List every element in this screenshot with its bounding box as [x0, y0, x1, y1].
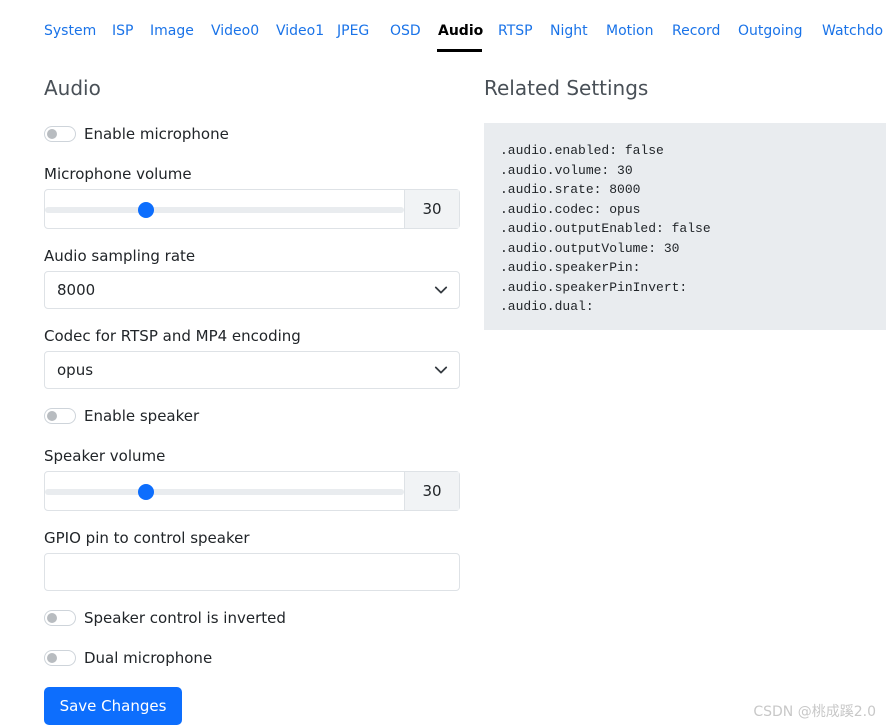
- tab-outgoing[interactable]: Outgoing: [738, 23, 802, 39]
- microphone-volume-value: 30: [404, 190, 459, 228]
- enable-speaker-label: Enable speaker: [84, 407, 200, 425]
- watermark: CSDN @桃成蹊2.0: [753, 704, 876, 720]
- enable-speaker-switch[interactable]: [44, 408, 76, 424]
- dual-microphone-row: Dual microphone: [44, 647, 212, 669]
- speaker-volume-control: 30: [44, 471, 460, 511]
- tab-video1[interactable]: Video1: [276, 23, 324, 39]
- config-line: .audio.outputVolume: 30: [500, 240, 680, 256]
- tab-osd[interactable]: OSD: [390, 23, 421, 39]
- sampling-rate-select[interactable]: 8000: [44, 271, 460, 309]
- switch-knob: [47, 613, 57, 623]
- tab-image[interactable]: Image: [150, 23, 194, 39]
- enable-microphone-label: Enable microphone: [84, 125, 229, 143]
- config-line: .audio.dual:: [500, 299, 594, 314]
- gpio-pin-input[interactable]: [44, 553, 460, 591]
- config-line: .audio.speakerPin:: [500, 260, 641, 275]
- config-line: .audio.speakerPinInvert:: [500, 279, 688, 295]
- save-changes-button[interactable]: Save Changes: [44, 687, 182, 725]
- enable-microphone-row: Enable microphone: [44, 123, 229, 145]
- codec-select[interactable]: opus: [44, 351, 460, 389]
- switch-knob: [47, 129, 57, 139]
- microphone-volume-label: Microphone volume: [44, 165, 192, 183]
- tab-record[interactable]: Record: [672, 23, 720, 39]
- tab-rtsp[interactable]: RTSP: [498, 23, 533, 39]
- tab-isp[interactable]: ISP: [112, 23, 133, 39]
- tab-audio[interactable]: Audio: [438, 23, 483, 39]
- microphone-volume-slider[interactable]: [45, 190, 404, 228]
- tab-system[interactable]: System: [44, 23, 96, 39]
- chevron-down-icon: [423, 272, 459, 308]
- slider-thumb[interactable]: [137, 202, 154, 218]
- sampling-rate-label: Audio sampling rate: [44, 247, 196, 265]
- dual-microphone-label: Dual microphone: [84, 649, 213, 667]
- config-line: .audio.enabled: false: [500, 143, 664, 158]
- switch-knob: [47, 653, 57, 663]
- config-line: .audio.srate: 8000: [500, 182, 641, 197]
- tab-motion[interactable]: Motion: [606, 23, 653, 39]
- slider-track: [45, 207, 404, 213]
- related-settings-title: Related Settings: [484, 76, 649, 100]
- config-line: .audio.volume: 30: [500, 162, 633, 178]
- speaker-volume-value: 30: [404, 472, 459, 510]
- speaker-inverted-label: Speaker control is inverted: [84, 609, 286, 627]
- microphone-volume-control: 30: [44, 189, 460, 229]
- tab-video0[interactable]: Video0: [211, 23, 259, 39]
- speaker-volume-label: Speaker volume: [44, 447, 166, 465]
- tab-night[interactable]: Night: [550, 23, 588, 39]
- active-tab-indicator: [437, 49, 482, 52]
- sampling-rate-value: 8000: [57, 281, 96, 299]
- enable-speaker-row: Enable speaker: [44, 405, 199, 427]
- speaker-inverted-switch[interactable]: [44, 610, 76, 626]
- enable-microphone-switch[interactable]: [44, 126, 76, 142]
- related-settings-code: .audio.enabled: false .audio.volume: 30 …: [484, 123, 886, 330]
- tab-jpeg[interactable]: JPEG: [337, 23, 369, 39]
- config-line: .audio.codec: opus: [500, 201, 641, 217]
- slider-track: [45, 489, 404, 495]
- tab-watchdog[interactable]: Watchdo: [822, 23, 883, 39]
- dual-microphone-switch[interactable]: [44, 650, 76, 666]
- slider-thumb[interactable]: [137, 484, 154, 500]
- codec-value: opus: [57, 361, 94, 379]
- tab-bar: System ISP Image Video0 Video1 JPEG OSD …: [0, 0, 886, 54]
- codec-label: Codec for RTSP and MP4 encoding: [44, 327, 301, 345]
- page-title: Audio: [44, 76, 101, 100]
- speaker-volume-slider[interactable]: [45, 472, 404, 510]
- switch-knob: [47, 411, 57, 421]
- config-line: .audio.outputEnabled: false: [500, 221, 711, 236]
- speaker-inverted-row: Speaker control is inverted: [44, 607, 286, 629]
- chevron-down-icon: [423, 352, 459, 388]
- gpio-pin-label: GPIO pin to control speaker: [44, 529, 250, 547]
